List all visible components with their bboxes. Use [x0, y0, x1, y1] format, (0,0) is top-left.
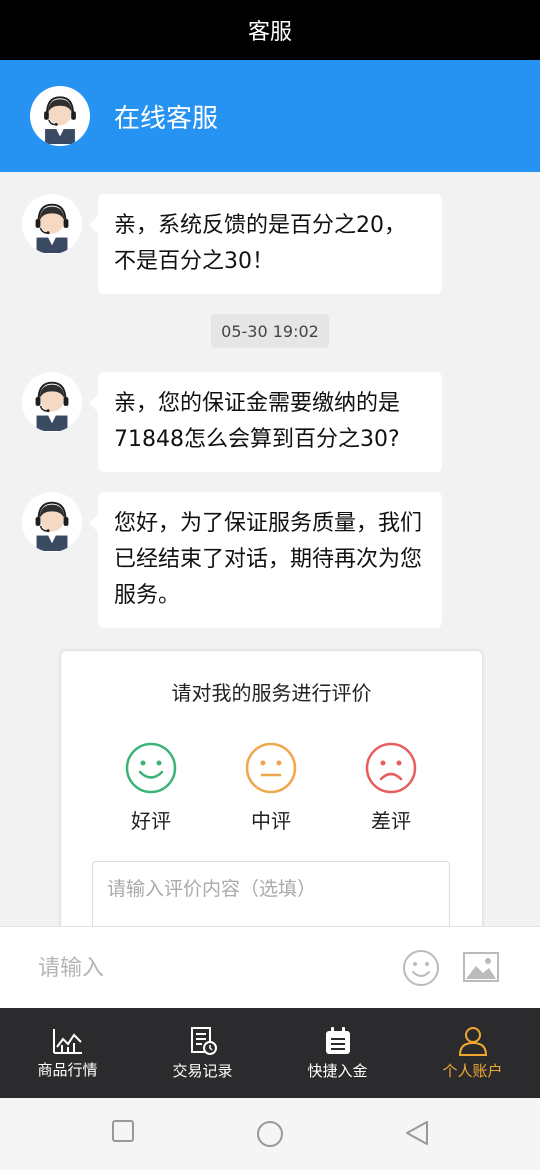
- tab-label: 快捷入金: [307, 1061, 368, 1080]
- status-bar-title: 客服: [247, 20, 292, 45]
- message-bubble: 亲，您的保证金需要缴纳的是71848怎么会算到百分之30?: [89, 372, 442, 472]
- deposit-icon: [325, 1026, 350, 1054]
- tab-market[interactable]: 商品行情: [0, 1008, 135, 1098]
- tab-label: 个人账户: [442, 1061, 503, 1080]
- rating-prompt: 请对我的服务进行评价: [171, 681, 372, 705]
- message-item: 您好，为了保证服务质量，我们已经结束了对话，期待再次为您服务。: [22, 492, 442, 628]
- tab-label: 商品行情: [37, 1060, 98, 1079]
- back-icon[interactable]: [404, 1120, 430, 1146]
- agent-avatar-icon: [22, 194, 82, 254]
- agent-avatar-icon: [30, 86, 90, 146]
- rating-label: 好评: [131, 809, 171, 833]
- tab-deposit[interactable]: 快捷入金: [270, 1008, 405, 1098]
- system-nav-bar: [0, 1098, 540, 1170]
- frown-icon: [365, 742, 417, 794]
- agent-avatar-icon: [22, 372, 82, 432]
- tab-bar: 商品行情 交易记录 快捷入金 个人账户: [0, 1008, 540, 1098]
- rating-bad-button[interactable]: 差评: [351, 741, 431, 834]
- rating-card: 请对我的服务进行评价 好评 中评 差评 请输入评价内容（选填）: [60, 650, 483, 926]
- chat-area[interactable]: 亲，系统反馈的是百分之20，不是百分之30！ 05-30 19:02 亲，您的保…: [0, 172, 540, 926]
- input-bar: [0, 926, 540, 1009]
- chat-title: 在线客服: [114, 103, 219, 134]
- emoji-icon[interactable]: [402, 949, 440, 987]
- user-icon: [458, 1026, 487, 1056]
- home-icon[interactable]: [256, 1120, 284, 1148]
- neutral-face-icon: [245, 742, 297, 794]
- rating-neutral-button[interactable]: 中评: [231, 741, 311, 834]
- tab-records[interactable]: 交易记录: [135, 1008, 270, 1098]
- agent-avatar-icon: [22, 492, 82, 552]
- image-icon[interactable]: [462, 951, 500, 985]
- record-icon: [190, 1026, 217, 1055]
- tab-account[interactable]: 个人账户: [405, 1008, 540, 1098]
- message-input[interactable]: [36, 947, 370, 989]
- smile-icon: [125, 742, 177, 794]
- message-item: 亲，您的保证金需要缴纳的是71848怎么会算到百分之30?: [22, 372, 442, 472]
- status-bar: 客服: [0, 0, 540, 60]
- message-item: 亲，系统反馈的是百分之20，不是百分之30！: [22, 194, 442, 294]
- rating-comment-field[interactable]: [92, 861, 450, 926]
- message-bubble: 您好，为了保证服务质量，我们已经结束了对话，期待再次为您服务。: [89, 492, 442, 628]
- recent-apps-icon[interactable]: [112, 1120, 134, 1142]
- message-timestamp: 05-30 19:02: [211, 314, 329, 348]
- message-bubble: 亲，系统反馈的是百分之20，不是百分之30！: [89, 194, 442, 294]
- chart-icon: [52, 1028, 82, 1054]
- tab-label: 交易记录: [172, 1061, 233, 1080]
- rating-good-button[interactable]: 好评: [111, 741, 191, 834]
- rating-label: 中评: [251, 809, 291, 833]
- rating-label: 差评: [371, 809, 411, 833]
- chat-header: 在线客服: [0, 60, 540, 172]
